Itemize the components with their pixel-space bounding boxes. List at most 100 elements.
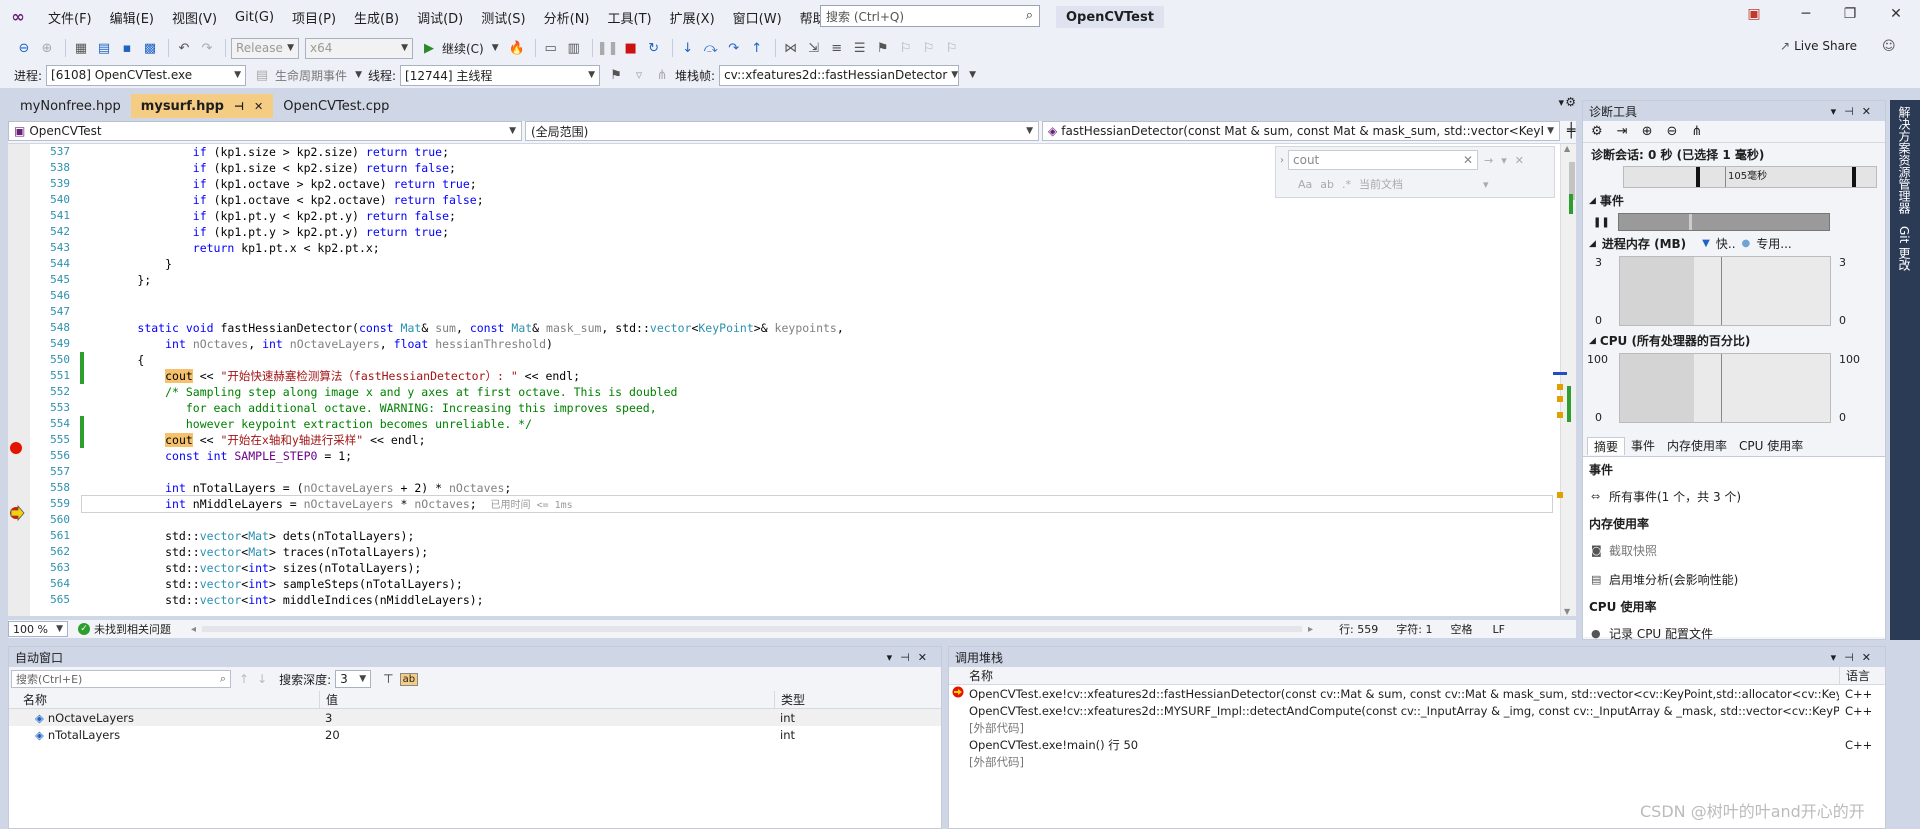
- minimize-icon[interactable]: ─: [1788, 6, 1824, 22]
- settings-gear-icon[interactable]: ⚙: [1591, 124, 1603, 139]
- horizontal-scrollbar[interactable]: [202, 626, 1303, 632]
- close-icon[interactable]: ✕: [1878, 6, 1914, 22]
- process-select[interactable]: [6108] OpenCVTest.exe ▼: [46, 64, 247, 86]
- tab-opencvtest[interactable]: OpenCVTest.cpp: [273, 94, 399, 118]
- thread-select[interactable]: [12744] 主线程 ▼: [400, 64, 601, 86]
- new-project-icon[interactable]: ▦: [71, 38, 91, 58]
- undo-icon[interactable]: ↶: [174, 38, 194, 58]
- reset-view-icon[interactable]: ⋔: [1691, 124, 1702, 139]
- menu-window[interactable]: 窗口(W): [733, 8, 782, 27]
- tab-mysurf[interactable]: mysurf.hpp ⊣ ✕: [130, 94, 274, 118]
- chevron-down-icon[interactable]: ▾: [887, 651, 901, 664]
- hot-reload-icon[interactable]: 🔥: [507, 38, 527, 58]
- menu-file[interactable]: 文件(F): [48, 8, 92, 27]
- chevron-down-icon[interactable]: ▾: [1831, 105, 1845, 118]
- issues-status[interactable]: 未找到相关问题: [94, 621, 171, 637]
- whitespace-indicator[interactable]: 空格: [1450, 621, 1472, 637]
- zoom-out-icon[interactable]: ⊖: [1666, 124, 1677, 139]
- bookmark-icon[interactable]: ⚑: [873, 38, 893, 58]
- scroll-right-icon[interactable]: ▸: [1308, 624, 1313, 635]
- menu-project[interactable]: 项目(P): [292, 8, 336, 27]
- menu-debug[interactable]: 调试(D): [417, 8, 463, 27]
- take-snapshot-button[interactable]: ◙ 截取快照: [1583, 536, 1885, 565]
- chevron-down-icon[interactable]: ▾: [1831, 651, 1845, 664]
- menu-edit[interactable]: 编辑(E): [110, 8, 154, 27]
- regex-icon[interactable]: .*: [1342, 178, 1351, 191]
- step-out-icon[interactable]: ↑: [747, 38, 767, 58]
- visual-studio-logo-icon[interactable]: ∞: [8, 8, 28, 26]
- search-depth-select[interactable]: 3 ▼: [335, 670, 372, 688]
- browser-icon[interactable]: ▭: [541, 38, 561, 58]
- search-next-icon[interactable]: ↓: [257, 672, 267, 686]
- variable-value[interactable]: 3: [319, 711, 774, 725]
- search-prev-icon[interactable]: ↑: [239, 672, 249, 686]
- scroll-up-icon[interactable]: ▲: [1564, 144, 1570, 153]
- line-ending-indicator[interactable]: LF: [1492, 623, 1504, 636]
- stack-frame-row[interactable]: OpenCVTest.exe!cv::xfeatures2d::fastHess…: [949, 685, 1885, 702]
- find-options-icon[interactable]: ▾: [1501, 154, 1507, 167]
- close-find-icon[interactable]: ✕: [1515, 154, 1524, 167]
- clear-icon[interactable]: ✕: [1463, 153, 1473, 167]
- char-indicator[interactable]: 字符: 1: [1396, 621, 1432, 637]
- show-next-statement-icon[interactable]: ⇲: [804, 38, 824, 58]
- save-icon[interactable]: ▪: [117, 38, 137, 58]
- pause-icon[interactable]: ❚❚: [597, 38, 619, 58]
- autos-row[interactable]: ◈ nTotalLayers 20 int: [9, 726, 941, 743]
- menu-view[interactable]: 视图(V): [172, 8, 217, 27]
- restart-icon[interactable]: ↻: [644, 38, 664, 58]
- flag-thread-icon[interactable]: ⚑: [606, 65, 626, 85]
- pin-icon[interactable]: ⊣: [900, 651, 918, 664]
- menu-git[interactable]: Git(G): [235, 10, 274, 25]
- continue-play-icon[interactable]: ▶: [419, 38, 439, 58]
- tab-memory-usage[interactable]: 内存使用率: [1661, 437, 1733, 454]
- member-select[interactable]: ◈ fastHessianDetector(const Mat & sum, co…: [1042, 121, 1560, 141]
- stack-frame-row[interactable]: [外部代码]: [949, 719, 1885, 736]
- breakpoint-icon[interactable]: [10, 442, 22, 454]
- toolbar-overflow-icon[interactable]: ▼: [969, 70, 976, 80]
- solution-explorer-tab[interactable]: 解决方案资源管理器: [1890, 100, 1919, 220]
- scroll-down-icon[interactable]: ▼: [1564, 607, 1570, 616]
- platform-select[interactable]: x64 ▼: [305, 37, 413, 59]
- filter-thread-icon[interactable]: ▿: [629, 65, 649, 85]
- code-editor[interactable]: 537 538 539 540 541 542 543 544 545 546 …: [8, 144, 1560, 616]
- open-file-icon[interactable]: ▤: [94, 38, 114, 58]
- tab-list-icon[interactable]: ▾: [1558, 96, 1564, 109]
- close-icon[interactable]: ✕: [918, 651, 935, 664]
- tab-mynonfree[interactable]: myNonfree.hpp: [10, 94, 131, 118]
- threads-icon[interactable]: ⋈: [781, 38, 801, 58]
- column-value[interactable]: 值: [319, 691, 774, 708]
- layout-icon[interactable]: ▥: [564, 38, 584, 58]
- select-tools-icon[interactable]: ⇥: [1617, 124, 1628, 139]
- stop-icon[interactable]: ■: [621, 38, 641, 58]
- tab-cpu-usage[interactable]: CPU 使用率: [1733, 437, 1809, 454]
- column-language[interactable]: 语言: [1839, 667, 1885, 684]
- git-changes-tab[interactable]: Git 更改: [1890, 220, 1919, 277]
- configuration-select[interactable]: Release ▼: [231, 37, 299, 59]
- close-icon[interactable]: ✕: [254, 100, 263, 113]
- line-indicator[interactable]: 行: 559: [1339, 621, 1378, 637]
- chevron-down-icon[interactable]: ▾: [1483, 178, 1489, 191]
- pin-watch-icon[interactable]: ⊤: [383, 672, 393, 686]
- account-icon[interactable]: ☺: [1882, 39, 1896, 54]
- editor-vertical-scrollbar[interactable]: ▲ ▼: [1553, 144, 1576, 616]
- events-timeline-bar[interactable]: [1617, 213, 1830, 231]
- save-all-icon[interactable]: ▩: [140, 38, 160, 58]
- step-over-arc-icon[interactable]: ↷: [724, 38, 744, 58]
- find-input[interactable]: cout ✕: [1288, 150, 1478, 170]
- feedback-icon[interactable]: ▣: [1736, 6, 1772, 22]
- chevron-down-icon[interactable]: ▼: [355, 70, 362, 80]
- comment-icon[interactable]: ☰: [850, 38, 870, 58]
- close-icon[interactable]: ✕: [1862, 651, 1879, 664]
- all-events-link[interactable]: ⇔ 所有事件(1 个，共 3 个): [1583, 482, 1885, 511]
- tab-summary[interactable]: 摘要: [1587, 436, 1626, 455]
- column-name[interactable]: 名称: [9, 691, 319, 708]
- chevron-down-icon[interactable]: ▼: [492, 43, 499, 53]
- variable-value[interactable]: 20: [319, 728, 774, 742]
- stack-frame-row[interactable]: OpenCVTest.exe!cv::xfeatures2d::MYSURF_I…: [949, 702, 1885, 719]
- step-into-icon[interactable]: ↓: [678, 38, 698, 58]
- code-text[interactable]: if (kp1.size > kp2.size) return true; if…: [81, 144, 1553, 616]
- stack-frame-row[interactable]: OpenCVTest.exe!main() 行 50 C++: [949, 736, 1885, 753]
- lifecycle-events-button[interactable]: 生命周期事件: [275, 67, 347, 84]
- prev-bookmark-icon[interactable]: ⚐: [896, 38, 916, 58]
- global-search-input[interactable]: 搜索 (Ctrl+Q) ⌕: [820, 5, 1040, 27]
